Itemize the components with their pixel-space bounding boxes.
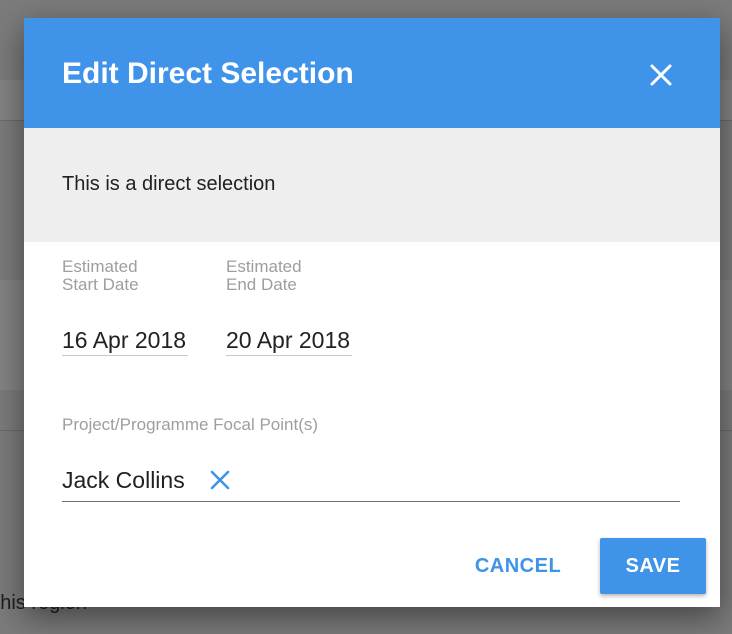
remove-focal-point-button[interactable]: [209, 469, 231, 491]
save-button[interactable]: SAVE: [600, 538, 706, 594]
end-date-input[interactable]: [226, 325, 352, 356]
notice-banner: This is a direct selection: [24, 128, 720, 242]
start-date-label-line2: Start Date: [62, 275, 139, 294]
focal-point-chip-label: Jack Collins: [62, 467, 185, 493]
close-icon: [650, 64, 672, 86]
dialog-header: Edit Direct Selection: [24, 18, 720, 128]
start-date-label-line1: Estimated: [62, 257, 138, 276]
focal-points-label: Project/Programme Focal Point(s): [62, 415, 319, 434]
focal-points-field[interactable]: Jack Collins: [62, 459, 680, 502]
start-date-input[interactable]: [62, 325, 188, 356]
end-date-label-line1: Estimated: [226, 257, 302, 276]
end-date-label-line2: End Date: [226, 275, 297, 294]
edit-direct-selection-dialog: Edit Direct Selection This is a direct s…: [24, 18, 720, 607]
close-button[interactable]: [646, 60, 676, 90]
cancel-button[interactable]: CANCEL: [462, 538, 574, 594]
notice-text: This is a direct selection: [62, 173, 276, 195]
dialog-title: Edit Direct Selection: [62, 57, 354, 90]
close-icon: [210, 470, 230, 490]
